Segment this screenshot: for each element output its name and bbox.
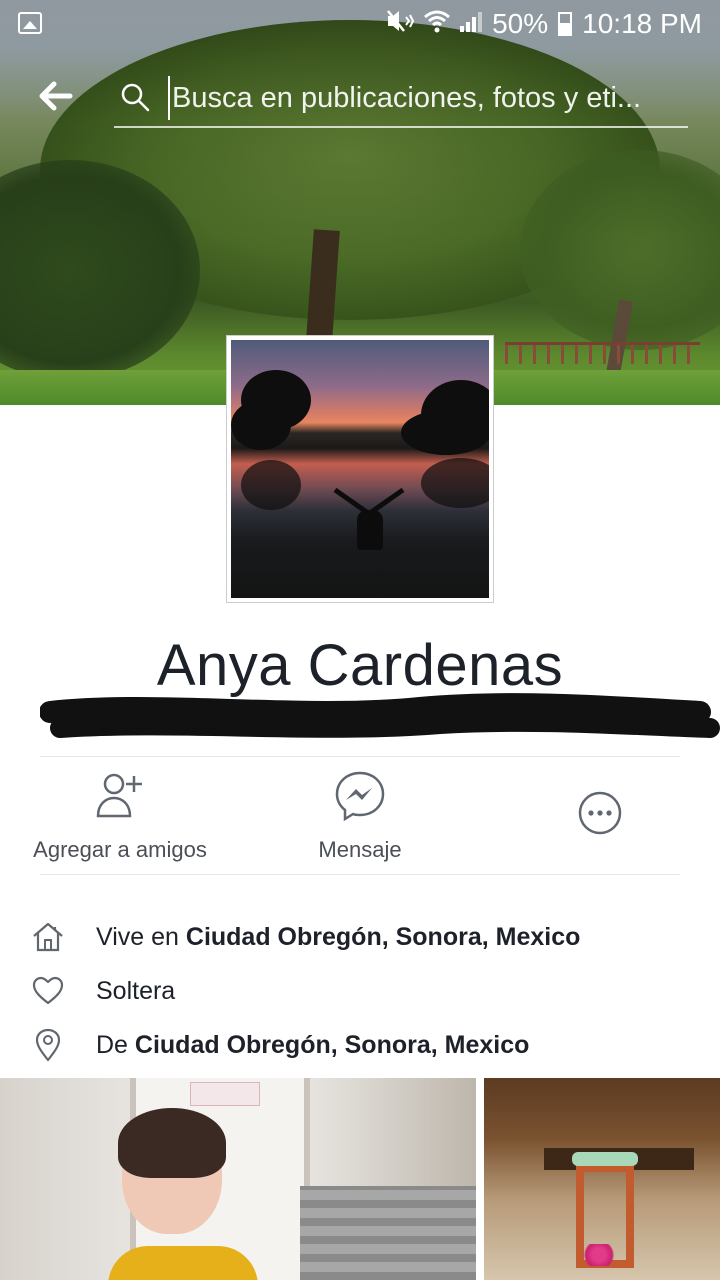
divider	[40, 756, 680, 757]
info-relationship-text: Soltera	[96, 976, 176, 1005]
message-label: Mensaje	[318, 837, 402, 862]
clock: 10:18 PM	[582, 8, 702, 39]
search-bar[interactable]	[114, 74, 688, 128]
more-icon	[560, 790, 640, 841]
heart-icon	[30, 973, 66, 1009]
wifi-icon	[424, 9, 451, 40]
home-icon	[30, 919, 66, 955]
redaction-scribble	[40, 693, 720, 738]
profile-picture[interactable]	[226, 335, 494, 603]
featured-photo[interactable]	[0, 1078, 476, 1280]
search-input[interactable]	[168, 76, 688, 120]
add-friend-icon	[20, 770, 220, 827]
featured-photo[interactable]	[484, 1078, 720, 1280]
search-icon	[120, 82, 150, 112]
info-lives-place[interactable]: Ciudad Obregón, Sonora, Mexico	[186, 923, 580, 952]
status-bar: 50% 10:18 PM	[0, 0, 720, 48]
back-arrow-icon[interactable]	[36, 76, 76, 116]
battery-percent: 50%	[492, 8, 549, 39]
profile-name: Anya Cardenas	[156, 633, 564, 698]
signal-icon	[460, 10, 483, 39]
info-from-place[interactable]: Ciudad Obregón, Sonora, Mexico	[135, 1031, 529, 1060]
divider	[40, 874, 680, 875]
message-button[interactable]: Mensaje	[300, 770, 420, 863]
info-lives-in[interactable]: Vive en Ciudad Obregón, Sonora, Mexico	[30, 917, 580, 957]
info-relationship: Soltera	[30, 971, 175, 1011]
battery-icon	[558, 12, 573, 36]
gallery-icon	[18, 12, 42, 34]
info-lives-prefix: Vive en	[96, 922, 186, 951]
messenger-icon	[300, 770, 420, 827]
info-from-prefix: De	[96, 1030, 135, 1059]
location-pin-icon	[30, 1027, 66, 1063]
more-button[interactable]	[560, 790, 640, 841]
add-friend-label: Agregar a amigos	[33, 837, 207, 862]
add-friend-button[interactable]: Agregar a amigos	[20, 770, 220, 863]
info-from[interactable]: De Ciudad Obregón, Sonora, Mexico	[30, 1025, 529, 1065]
mute-vibrate-icon	[386, 9, 415, 40]
